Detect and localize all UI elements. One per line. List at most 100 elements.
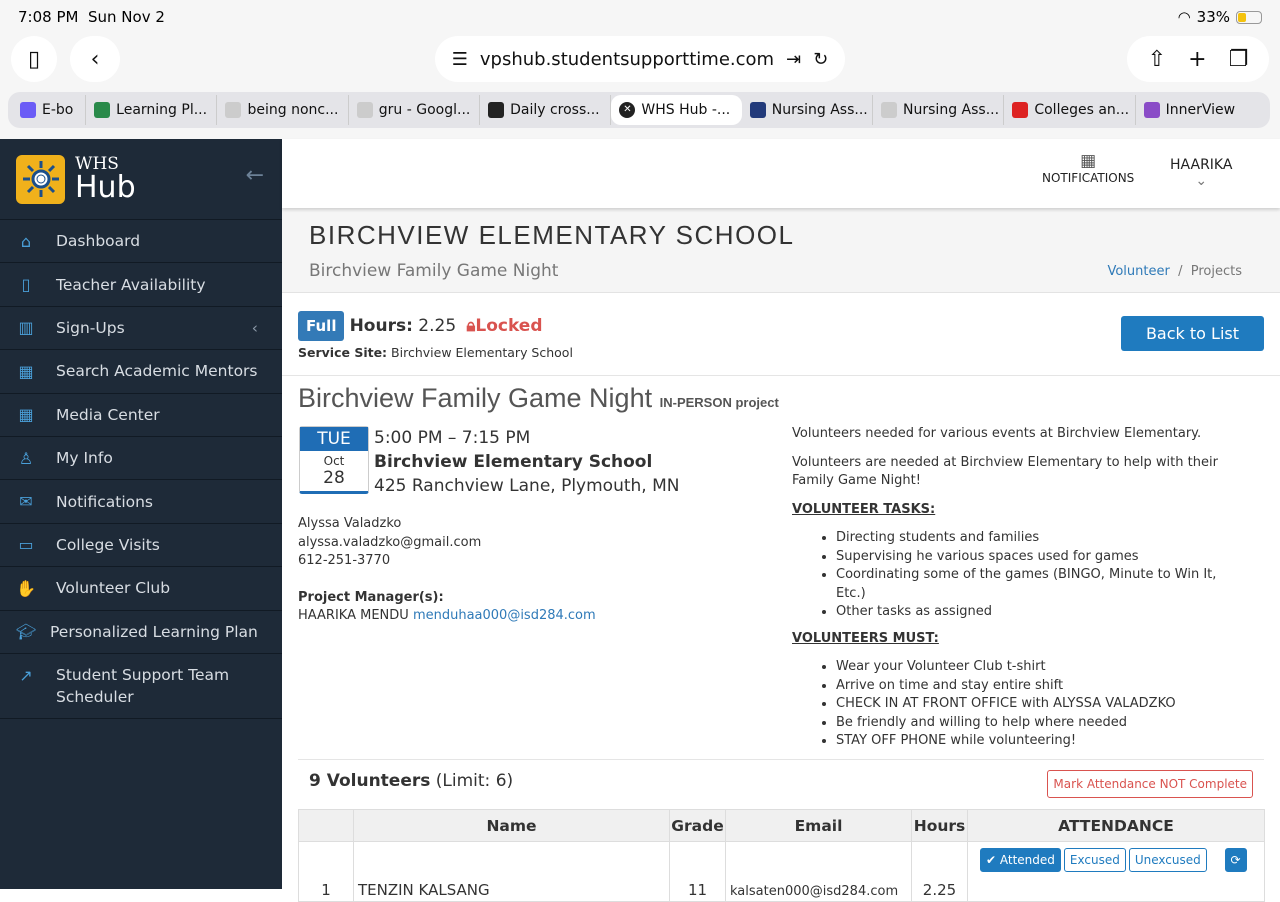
tab[interactable]: Daily cross...	[480, 95, 612, 125]
sidebar-item-student-support-team-scheduler[interactable]: ↗ Student Support Team Scheduler	[0, 654, 282, 719]
top-header: ▦ NOTIFICATIONS HAARIKA ⌄	[282, 139, 1280, 208]
back-to-list-button[interactable]: Back to List	[1120, 316, 1264, 351]
tab[interactable]: Nursing Ass...	[873, 95, 1005, 125]
sidebar: WHS Hub ← ⌂ Dashboard ▯ Teacher Availabilit…	[0, 139, 282, 889]
sidebar-item-sign-ups[interactable]: ▥ Sign-Ups ‹	[0, 307, 282, 351]
favicon-icon	[225, 102, 242, 118]
tabs-icon[interactable]: ❐	[1229, 47, 1249, 72]
logo[interactable]: WHS Hub ←	[0, 139, 282, 220]
contact-email: alyssa.valadzko@gmail.com	[298, 534, 482, 550]
url-text: vpshub.studentsupporttime.com	[479, 48, 775, 70]
back-button[interactable]: ‹	[70, 36, 120, 82]
list-item: Other tasks as assigned	[836, 603, 1242, 622]
tab-label: Daily cross...	[510, 102, 600, 118]
user-menu[interactable]: HAARIKA ⌄	[1170, 157, 1232, 189]
tab-active[interactable]: ✕ WHS Hub -...	[611, 95, 742, 125]
share-icon[interactable]: ⇧	[1148, 47, 1166, 72]
sidebar-icon: ▯	[27, 46, 41, 72]
pm-email-link[interactable]: menduhaa000@isd284.com	[413, 608, 596, 623]
favicon-icon	[488, 102, 505, 118]
date: Sun Nov 2	[88, 8, 165, 26]
book-icon: ▯	[21, 275, 31, 295]
sidebar-item-teacher-availability[interactable]: ▯ Teacher Availability	[0, 263, 282, 307]
hours-label: Hours:	[349, 316, 413, 336]
battery-text: 33%	[1196, 8, 1230, 26]
day: 28	[323, 468, 345, 488]
time: 7:08 PM	[18, 8, 79, 26]
list-item: Wear your Volunteer Club t-shirt	[836, 658, 1242, 677]
favicon-icon	[20, 102, 36, 118]
volunteer-grade: 11	[669, 841, 726, 902]
chevron-left-icon: ‹	[251, 318, 258, 337]
sidebar-item-college-visits[interactable]: ▭ College Visits	[0, 524, 282, 568]
sidebar-toggle-button[interactable]: ▯	[11, 36, 57, 82]
sidebar-item-notifications[interactable]: ✉ Notifications	[0, 480, 282, 524]
main-content: ▦ NOTIFICATIONS HAARIKA ⌄ BIRCHVIEW ELEMEN…	[282, 139, 1280, 902]
sidebar-item-label: My Info	[56, 449, 113, 468]
project-description: Volunteers needed for various events at …	[792, 425, 1242, 759]
project-title: Birchview Family Game Night IN-PERSON pr…	[298, 383, 779, 414]
tab-label: being nonc...	[247, 102, 339, 118]
tab[interactable]: InnerView	[1136, 95, 1266, 125]
collapse-sidebar-icon[interactable]: ←	[246, 163, 264, 188]
favicon-icon	[94, 102, 111, 118]
new-tab-icon[interactable]: +	[1188, 47, 1206, 72]
briefcase-icon: ▭	[18, 535, 34, 555]
list-item: Supervising he various spaces used for g…	[836, 548, 1242, 567]
map-icon: ▥	[18, 318, 34, 338]
sidebar-item-dashboard[interactable]: ⌂ Dashboard	[0, 220, 282, 264]
excused-button[interactable]: Excused	[1063, 848, 1126, 872]
refresh-icon[interactable]: ⟳	[1224, 848, 1247, 872]
locked-label: Locked	[475, 316, 543, 336]
envelope-icon: ✉	[19, 492, 33, 512]
wifi-icon: ◠	[1177, 8, 1191, 26]
tab-label: E-bo	[42, 102, 74, 118]
tab[interactable]: Learning Pl...	[86, 95, 218, 125]
col-email: Email	[725, 809, 912, 842]
pm-name: HAARIKA MENDU	[298, 608, 409, 623]
project-title-text: Birchview Family Game Night	[298, 383, 653, 413]
table-row: 1 TENZIN KALSANG 11 kalsaten000@isd284.c…	[298, 841, 1265, 902]
tasks-heading: VOLUNTEER TASKS:	[792, 501, 936, 517]
description-2: Volunteers are needed at Birchview Eleme…	[792, 454, 1218, 489]
favicon-icon	[356, 102, 373, 118]
address-bar[interactable]: ☰ vpshub.studentsupporttime.com ⇥ ↻	[435, 36, 845, 82]
notifications-button[interactable]: ▦ NOTIFICATIONS	[1042, 151, 1134, 185]
description-1: Volunteers needed for various events at …	[792, 426, 1202, 441]
graduation-cap-icon: 🎓︎	[16, 622, 37, 642]
logo-text: WHS Hub	[75, 155, 136, 203]
project-type: IN-PERSON project	[659, 395, 779, 410]
sidebar-item-search-academic-mentors[interactable]: ▦ Search Academic Mentors	[0, 350, 282, 394]
service-site-label: Service Site:	[298, 345, 388, 360]
tab[interactable]: gru - Googl...	[349, 95, 481, 125]
day-of-week: TUE	[300, 427, 368, 451]
user-name: HAARIKA	[1170, 157, 1233, 173]
attendance-cell: ✔ Attended Excused Unexcused ⟳	[967, 841, 1265, 902]
page-subtitle: Birchview Family Game Night	[309, 261, 559, 281]
tab[interactable]: being nonc...	[217, 95, 349, 125]
external-link-icon: ↗	[19, 665, 33, 685]
tab[interactable]: E-bo	[12, 95, 87, 125]
attended-button[interactable]: ✔ Attended	[980, 848, 1061, 872]
tab-label: Colleges an...	[1034, 102, 1130, 118]
divider	[282, 375, 1280, 376]
tab[interactable]: Colleges an...	[1004, 95, 1136, 125]
tab-label: WHS Hub -...	[641, 102, 731, 118]
sidebar-item-my-info[interactable]: ♙ My Info	[0, 437, 282, 481]
unexcused-button[interactable]: Unexcused	[1128, 848, 1207, 872]
favicon-icon	[749, 102, 766, 118]
user-icon: ♙	[18, 448, 34, 468]
reload-icon[interactable]: ↻	[813, 49, 828, 70]
sidebar-item-volunteer-club[interactable]: ✋ Volunteer Club	[0, 567, 282, 611]
col-number	[298, 809, 354, 842]
sidebar-item-personalized-learning-plan[interactable]: 🎓︎ Personalized Learning Plan	[0, 611, 282, 654]
tab-label: Nursing Ass...	[771, 102, 868, 118]
mark-attendance-not-complete-button[interactable]: Mark Attendance NOT Complete	[1047, 770, 1253, 798]
sidebar-item-media-center[interactable]: ▦ Media Center	[0, 394, 282, 437]
close-tab-icon[interactable]: ✕	[619, 102, 636, 118]
tab-label: InnerView	[1165, 102, 1236, 118]
breadcrumb-volunteer[interactable]: Volunteer	[1107, 264, 1169, 279]
tab[interactable]: Nursing Ass...	[742, 95, 874, 125]
sidebar-item-label: Student Support Team Scheduler	[56, 665, 230, 706]
sidebar-item-label: College Visits	[56, 535, 160, 554]
